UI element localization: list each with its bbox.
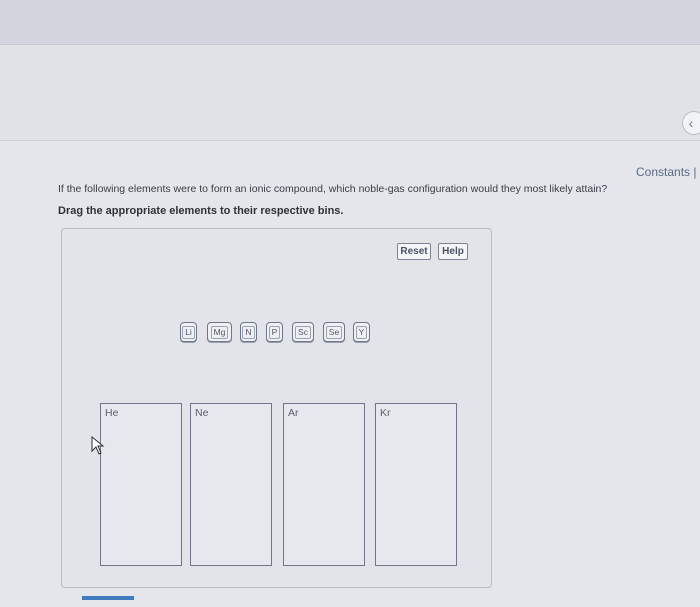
element-tile-n[interactable]: N xyxy=(240,322,257,342)
progress-indicator xyxy=(82,596,134,600)
element-label: N xyxy=(242,325,255,339)
bin-ne[interactable]: Ne xyxy=(190,403,272,566)
element-label: Li xyxy=(182,325,195,339)
element-label: Se xyxy=(325,325,343,339)
header-strip xyxy=(0,44,700,141)
bin-ar[interactable]: Ar xyxy=(283,403,365,566)
bin-label: Ar xyxy=(288,407,299,419)
element-tile-y[interactable]: Y xyxy=(353,322,370,342)
instruction-text: Drag the appropriate elements to their r… xyxy=(58,205,344,217)
question-text: If the following elements were to form a… xyxy=(58,183,608,195)
help-button[interactable]: Help xyxy=(438,243,468,260)
bin-label: Ne xyxy=(195,407,209,419)
element-label: P xyxy=(268,325,281,339)
bin-label: He xyxy=(105,407,119,419)
element-tile-sc[interactable]: Sc xyxy=(292,322,314,342)
reset-button[interactable]: Reset xyxy=(397,243,431,260)
bin-he[interactable]: He xyxy=(100,403,182,566)
element-tile-li[interactable]: Li xyxy=(180,322,197,342)
cursor-icon xyxy=(91,436,105,455)
bin-kr[interactable]: Kr xyxy=(375,403,457,566)
element-label: Sc xyxy=(295,325,311,339)
bin-label: Kr xyxy=(380,407,391,419)
element-tile-p[interactable]: P xyxy=(266,322,283,342)
top-bar xyxy=(0,0,700,44)
element-label: Y xyxy=(355,325,368,339)
element-label: Mg xyxy=(210,325,229,339)
chevron-left-icon[interactable]: ‹ xyxy=(682,111,700,135)
constants-link[interactable]: Constants | F xyxy=(636,165,700,179)
element-tile-se[interactable]: Se xyxy=(323,322,345,342)
element-tile-mg[interactable]: Mg xyxy=(207,322,232,342)
